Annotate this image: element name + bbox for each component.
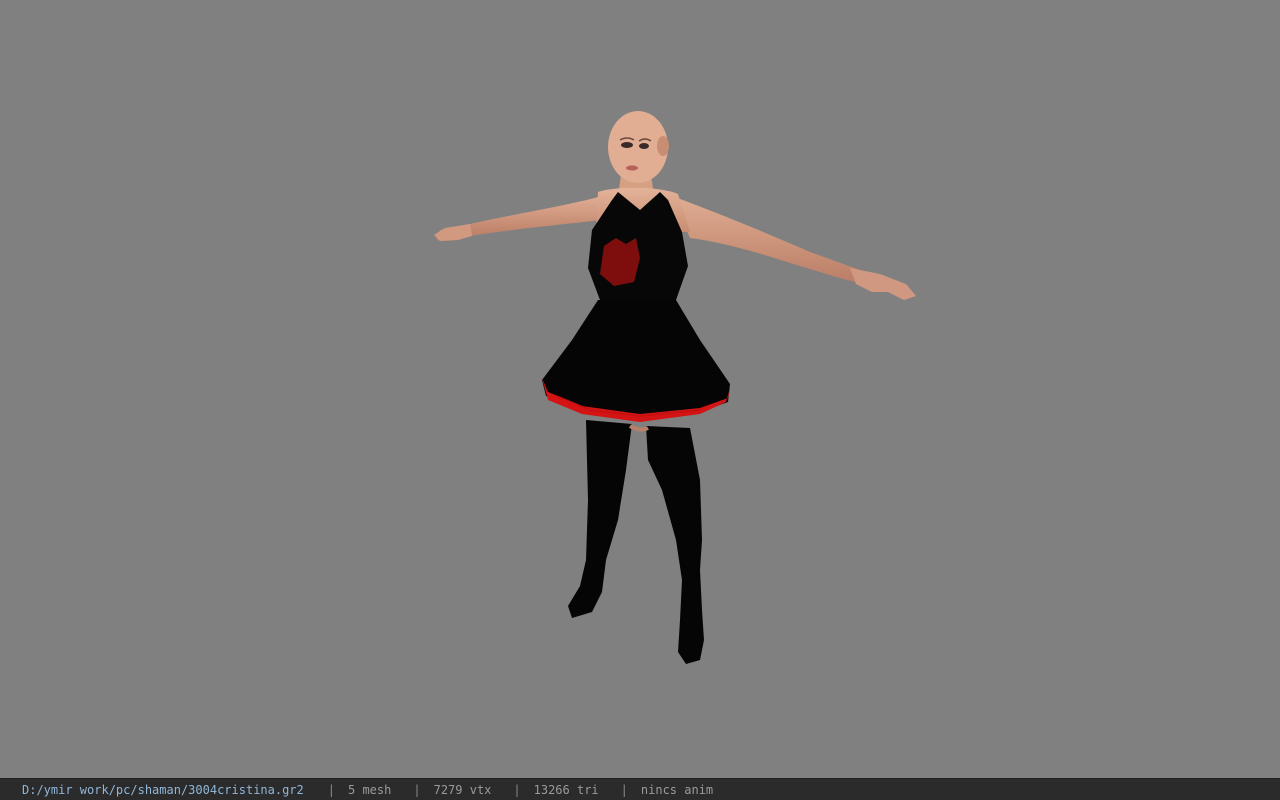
right-arm — [672, 196, 880, 290]
triangle-count: 13266 tri — [533, 782, 599, 797]
character-model — [434, 111, 916, 664]
separator: | — [413, 782, 421, 797]
separator: | — [513, 782, 521, 797]
left-hand — [434, 224, 472, 241]
right-boot — [646, 426, 704, 664]
left-boot — [568, 420, 632, 618]
eye-right — [639, 143, 649, 149]
separator: | — [620, 782, 628, 797]
ear — [657, 136, 669, 156]
anim-status: nincs anim — [640, 782, 714, 797]
top-emblem — [600, 238, 640, 286]
lips — [626, 165, 638, 171]
right-hand — [850, 268, 916, 300]
model-viewport[interactable] — [0, 0, 1280, 778]
status-bar: D:/ymir work/pc/shaman/3004cristina.gr2 … — [0, 778, 1280, 800]
vertex-count: 7279 vtx — [433, 782, 492, 797]
eye-left — [621, 142, 633, 148]
mesh-count: 5 mesh — [348, 782, 392, 797]
file-path: D:/ymir work/pc/shaman/3004cristina.gr2 — [22, 782, 304, 797]
separator: | — [327, 782, 335, 797]
skirt — [542, 300, 730, 418]
